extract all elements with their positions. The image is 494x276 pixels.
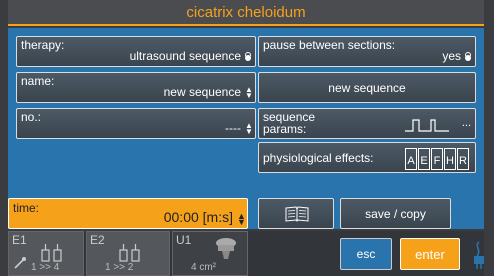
- therapy-label: therapy:: [21, 38, 65, 52]
- electrode-e2-tag: E2: [90, 233, 105, 247]
- therapy-value: ultrasound sequence: [129, 49, 241, 63]
- effect-letter-a: A: [405, 148, 417, 170]
- up-down-arrows-icon: ▲ ▼: [245, 85, 253, 100]
- new-sequence-button[interactable]: new sequence: [258, 72, 476, 103]
- effect-letter-e: E: [418, 148, 430, 170]
- effect-letter-f: F: [431, 148, 443, 170]
- radio-filled-icon: [465, 55, 471, 61]
- effect-letter-h: H: [444, 148, 456, 170]
- ultrasound-u1-panel[interactable]: U1 4 cm²: [172, 231, 248, 276]
- page-title: cicatrix cheloidum: [8, 0, 484, 26]
- pause-field[interactable]: pause between sections: yes: [258, 36, 476, 67]
- electrode-plug-icon: [41, 244, 62, 262]
- sequence-params-field[interactable]: sequence params: ...: [258, 108, 476, 139]
- name-value: new sequence: [163, 85, 241, 99]
- name-label: name:: [21, 74, 55, 88]
- book-icon: [285, 206, 309, 222]
- ultrasound-u1-tag: U1: [176, 233, 192, 247]
- ultrasound-head-icon: [216, 238, 236, 259]
- physiological-effects-field[interactable]: physiological effects: A E F H R: [258, 142, 476, 173]
- time-value: 00:00 [m:s]: [163, 209, 233, 225]
- device-screen: cicatrix cheloidum therapy: ultrasound s…: [0, 0, 494, 276]
- up-down-arrows-icon: ▲ ▼: [237, 211, 246, 227]
- physiological-label: physiological effects:: [263, 151, 374, 165]
- pause-value: yes: [442, 49, 461, 63]
- number-field[interactable]: no.: ---- ▲ ▼: [16, 108, 256, 139]
- electrode-plug-icon: [119, 244, 140, 262]
- electrode-e2-panel[interactable]: E2 1 >> 2: [86, 231, 170, 276]
- electrode-e1-panel[interactable]: E1 1 >> 4: [8, 231, 84, 276]
- sequence-params-label: sequence params:: [263, 110, 316, 136]
- enter-button[interactable]: enter: [400, 238, 460, 270]
- therapy-field[interactable]: therapy: ultrasound sequence: [16, 36, 256, 67]
- radio-filled-icon: [245, 55, 251, 61]
- ultrasound-area: 4 cm²: [191, 262, 216, 273]
- effect-letters: A E F H R: [405, 148, 469, 170]
- book-button[interactable]: [258, 198, 334, 229]
- electrode-e2-channels: 1 >> 2: [105, 262, 134, 273]
- pulse-waveform-icon: [405, 119, 449, 132]
- more-label: ...: [461, 117, 471, 129]
- number-value: ----: [225, 121, 241, 135]
- time-field[interactable]: time: 00:00 [m:s] ▲ ▼: [8, 198, 248, 229]
- electrode-e1-channels: 1 >> 4: [31, 262, 60, 273]
- up-down-arrows-icon: ▲ ▼: [245, 121, 253, 136]
- electrode-e1-tag: E1: [12, 233, 27, 247]
- name-field[interactable]: name: new sequence ▲ ▼: [16, 72, 256, 103]
- number-label: no.:: [21, 110, 42, 124]
- time-label: time:: [13, 201, 40, 215]
- save-copy-label: save / copy: [365, 206, 426, 221]
- wand-icon: [14, 257, 26, 269]
- new-sequence-label: new sequence: [328, 80, 406, 95]
- effect-letter-r: R: [457, 148, 469, 170]
- save-copy-button[interactable]: save / copy: [340, 198, 451, 229]
- esc-button[interactable]: esc: [340, 238, 392, 270]
- pause-label: pause between sections:: [263, 38, 396, 52]
- power-plug-icon: [474, 241, 484, 269]
